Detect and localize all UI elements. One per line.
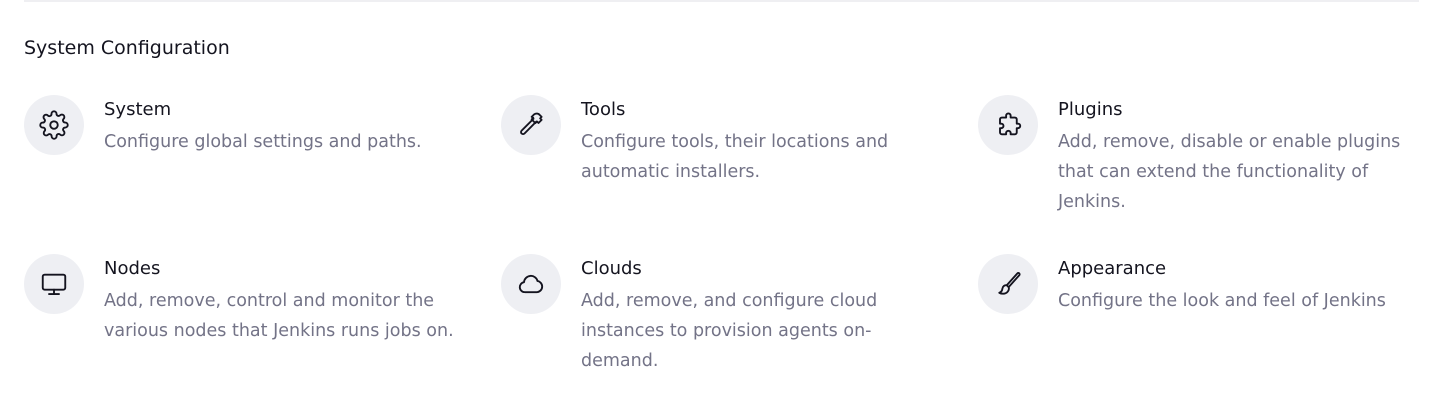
nodes-title: Nodes [104,258,161,279]
appearance-title: Appearance [1058,258,1167,279]
monitor-icon [24,254,84,314]
plugins-title: Plugins [1058,99,1123,120]
system-title: System [104,99,172,120]
clouds-description: Add, remove, and configure cloud instanc… [581,291,878,371]
cloud-icon [501,254,561,314]
tools-description: Configure tools, their locations and aut… [581,132,889,182]
brush-icon [978,254,1038,314]
puzzle-icon [978,95,1038,155]
section-title: System Configuration [24,37,230,59]
hammer-icon [501,95,561,155]
plugins-description: Add, remove, disable or enable plugins t… [1058,132,1401,212]
system-description: Configure global settings and paths. [104,132,422,152]
gear-icon [24,95,84,155]
appearance-description: Configure the look and feel of Jenkins [1058,291,1386,311]
clouds-title: Clouds [581,258,642,279]
tools-title: Tools [581,99,626,120]
top-divider [24,0,1419,2]
nodes-description: Add, remove, control and monitor the var… [104,291,454,341]
